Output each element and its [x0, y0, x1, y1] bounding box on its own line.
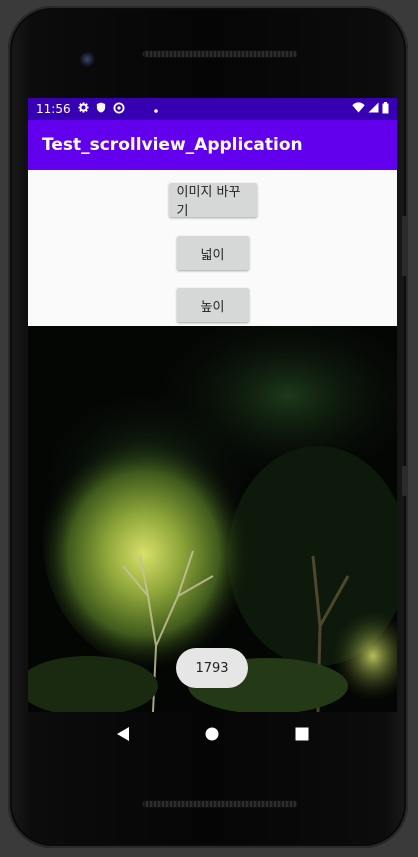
recents-icon[interactable] — [290, 722, 314, 746]
width-button[interactable]: 넓이 — [176, 236, 249, 270]
gear-icon — [78, 102, 89, 116]
change-image-button[interactable]: 이미지 바꾸기 — [168, 183, 257, 219]
button-panel: 이미지 바꾸기 넓이 높이 — [28, 170, 397, 326]
power-button — [402, 466, 408, 496]
status-bar: 11:56 — [28, 98, 397, 120]
shield-icon — [96, 102, 106, 116]
app-bar: Test_scrollview_Application — [28, 120, 397, 170]
toast-message: 1793 — [176, 648, 248, 688]
battery-icon — [382, 101, 389, 117]
status-time: 11:56 — [36, 102, 71, 116]
navigation-bar — [28, 712, 397, 756]
back-icon[interactable] — [111, 722, 135, 746]
bottom-speaker — [142, 800, 298, 808]
screen: 11:56 Test_scrollview_Application 이미지 바꾸… — [28, 98, 397, 712]
signal-icon — [368, 102, 379, 116]
dot-icon — [153, 102, 158, 116]
front-camera — [80, 52, 96, 68]
wifi-icon — [352, 102, 365, 116]
volume-button — [402, 216, 408, 276]
sync-icon — [113, 102, 125, 117]
top-speaker — [142, 50, 298, 58]
height-button[interactable]: 높이 — [176, 288, 249, 322]
app-title: Test_scrollview_Application — [42, 135, 303, 155]
home-icon[interactable] — [200, 722, 224, 746]
